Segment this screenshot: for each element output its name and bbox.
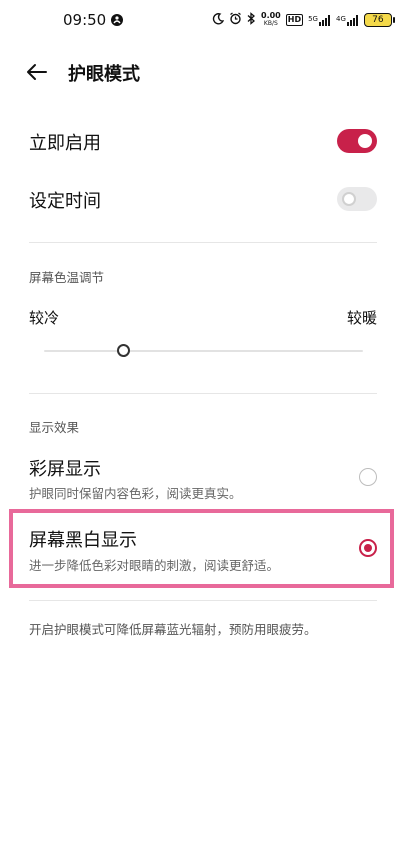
radio-button-selected[interactable] — [359, 539, 377, 557]
status-icons: 0.00 KB/S HD 5G 4G 76 — [212, 10, 395, 30]
notification-icon — [110, 12, 124, 31]
net-speed-value: 0.00 — [261, 11, 281, 20]
moon-icon — [212, 12, 225, 28]
color-temp-section-title: 屏幕色温调节 — [29, 270, 105, 285]
enable-now-row: 立即启用 — [0, 125, 410, 157]
battery-icon: 76 — [363, 13, 395, 27]
enable-now-toggle[interactable] — [337, 129, 377, 153]
option-grayscale-display[interactable]: 屏幕黑白显示 进一步降低色彩对眼睛的刺激，阅读更舒适。 — [0, 522, 410, 578]
hd-icon: HD — [285, 14, 304, 26]
color-temp-cold-label: 较冷 — [29, 309, 60, 327]
app-header: 护眼模式 — [0, 52, 410, 92]
option-title: 屏幕黑白显示 — [29, 530, 137, 551]
schedule-toggle[interactable] — [337, 187, 377, 211]
net-speed-unit: KB/S — [263, 20, 278, 27]
back-arrow-icon[interactable] — [24, 61, 50, 83]
slider-thumb[interactable] — [117, 344, 131, 357]
status-bar: 09:50 0.00 KB/S HD 5G 4G 76 — [0, 0, 410, 40]
signal-icon-sim1: 5G — [308, 14, 331, 26]
divider — [29, 393, 377, 394]
option-color-display[interactable]: 彩屏显示 护眼同时保留内容色彩，阅读更真实。 — [0, 450, 410, 506]
battery-level: 76 — [372, 15, 384, 25]
network-speed: 0.00 KB/S — [261, 12, 281, 28]
schedule-row: 设定时间 — [0, 183, 410, 215]
status-time: 09:50 — [63, 11, 107, 29]
bluetooth-icon — [247, 12, 256, 28]
option-subtitle: 护眼同时保留内容色彩，阅读更真实。 — [29, 486, 242, 501]
display-effect-section-title: 显示效果 — [29, 420, 80, 435]
footer-note: 开启护眼模式可降低屏幕蓝光辐射，预防用眼疲劳。 — [29, 622, 317, 637]
sim1-label: 5G — [308, 14, 318, 23]
alarm-icon — [229, 12, 242, 28]
schedule-label: 设定时间 — [29, 191, 101, 212]
page-title: 护眼模式 — [68, 64, 140, 85]
option-title: 彩屏显示 — [29, 459, 101, 480]
signal-icon-sim2: 4G — [335, 14, 359, 26]
slider-track — [44, 350, 363, 352]
divider — [29, 600, 377, 601]
color-temp-slider[interactable] — [44, 341, 363, 361]
hd-label: HD — [287, 15, 302, 24]
sim2-label: 4G — [335, 14, 346, 23]
option-subtitle: 进一步降低色彩对眼睛的刺激，阅读更舒适。 — [29, 558, 280, 573]
color-temp-warm-label: 较暖 — [346, 309, 377, 327]
enable-now-label: 立即启用 — [29, 133, 101, 154]
radio-button[interactable] — [359, 468, 377, 486]
divider — [29, 242, 377, 243]
